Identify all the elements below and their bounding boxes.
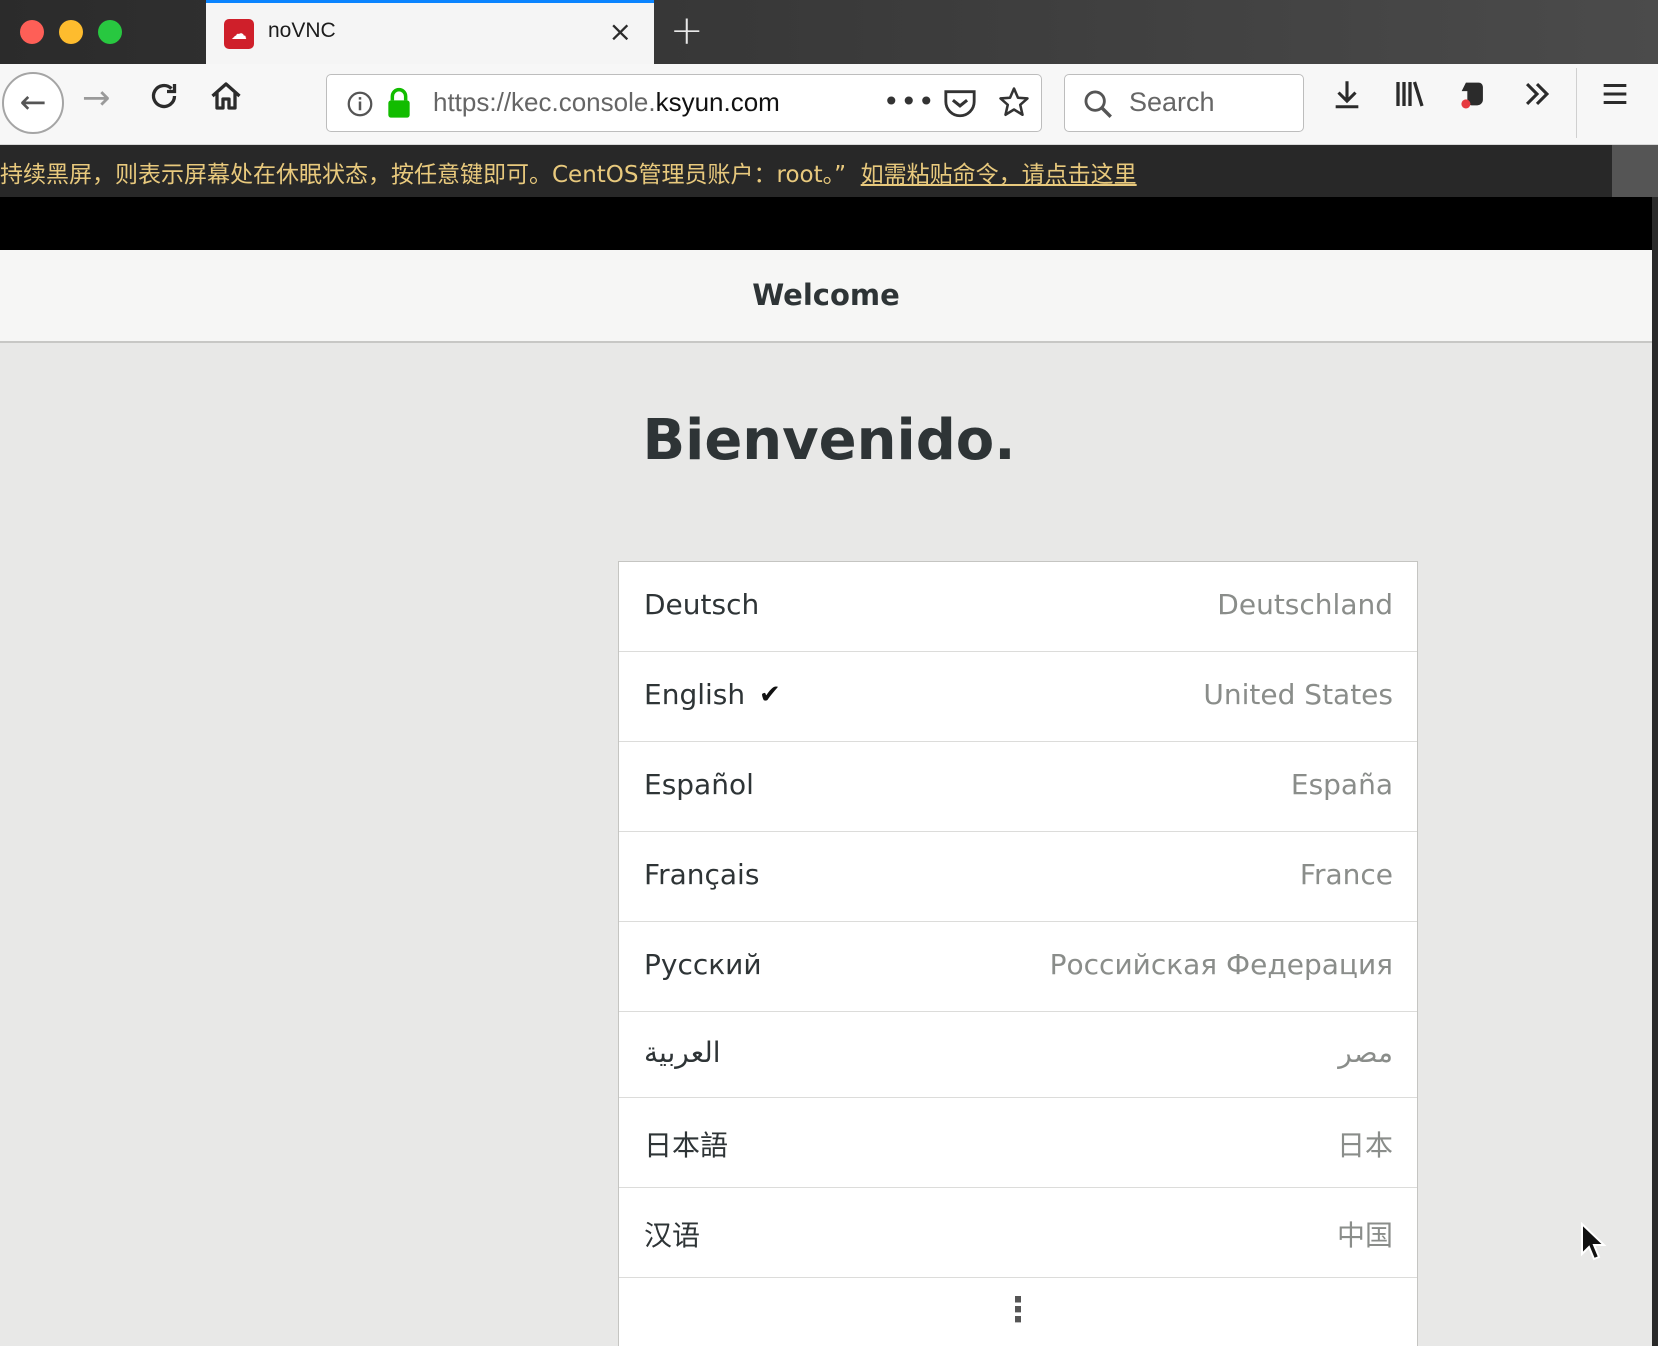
overflow-chevron-icon[interactable] [1520, 76, 1554, 121]
language-name: Русский [644, 948, 762, 981]
browser-tab[interactable]: ☁ noVNC × [206, 0, 654, 64]
tab-close-icon[interactable]: × [609, 15, 632, 48]
language-region: Российская Федерация [1049, 948, 1393, 981]
language-name: Español [644, 768, 754, 801]
mouse-pointer-icon [1580, 1221, 1608, 1266]
language-region: 中国 [1336, 1219, 1393, 1252]
language-name: Deutsch [644, 588, 760, 621]
back-button[interactable]: ← [2, 72, 64, 134]
url-bar[interactable]: https://kec.console.ksyun.com ••• [326, 74, 1042, 132]
welcome-headerbar: Welcome [0, 250, 1652, 343]
downloads-icon[interactable] [1330, 76, 1364, 121]
page-actions-menu-icon[interactable]: ••• [883, 85, 936, 118]
toolbar-separator [1576, 68, 1577, 138]
language-region: مصر [1338, 1036, 1393, 1069]
more-languages-button[interactable]: ⋮ [619, 1290, 1417, 1330]
language-row-russian[interactable]: Русский Российская Федерация [619, 922, 1417, 1012]
check-icon: ✔ [759, 680, 781, 710]
language-region: 日本 [1336, 1129, 1393, 1162]
page-heading: Bienvenido. [642, 408, 1016, 473]
language-region: España [1290, 768, 1393, 801]
hamburger-menu-icon[interactable] [1598, 76, 1632, 121]
search-bar[interactable]: Search [1064, 74, 1304, 132]
banner-text: 持续黑屏，则表示屏幕处在休眠状态，按任意键即可。CentOS管理员账户：root… [0, 162, 1137, 188]
language-row-arabic[interactable]: العربية مصر [619, 1012, 1417, 1098]
new-tab-button[interactable]: + [670, 8, 704, 54]
info-icon[interactable] [345, 89, 375, 123]
language-region: France [1299, 858, 1393, 891]
search-icon [1081, 87, 1115, 125]
library-icon[interactable] [1392, 76, 1428, 121]
reload-button[interactable] [146, 78, 182, 123]
pocket-icon[interactable] [943, 87, 977, 123]
vnc-top-bar [0, 197, 1658, 250]
paste-command-link[interactable]: 如需粘贴命令，请点击这里 [861, 162, 1137, 188]
language-row-deutsch[interactable]: Deutsch Deutschland [619, 562, 1417, 652]
language-name: العربية [644, 1036, 721, 1069]
minimize-window-button[interactable] [59, 20, 83, 44]
url-text[interactable]: https://kec.console.ksyun.com [433, 87, 819, 118]
search-input[interactable]: Search [1129, 87, 1215, 118]
vnc-scrollbar[interactable] [1652, 197, 1658, 1346]
language-row-english[interactable]: English ✔ United States [619, 652, 1417, 742]
language-name: 汉语 [644, 1219, 701, 1252]
bookmark-star-icon[interactable] [997, 85, 1031, 123]
tab-title: noVNC [268, 19, 336, 42]
language-region: United States [1203, 678, 1393, 711]
browser-titlebar: ☁ noVNC × + [0, 0, 1658, 64]
home-button[interactable] [208, 78, 244, 123]
maximize-window-button[interactable] [98, 20, 122, 44]
reload-icon [151, 83, 177, 109]
header-title: Welcome [752, 278, 900, 312]
cloud-favicon-icon: ☁ [224, 19, 254, 49]
language-row-espanol[interactable]: Español España [619, 742, 1417, 832]
language-row-japanese[interactable]: 日本語 日本 [619, 1098, 1417, 1188]
banner-scrollbar[interactable] [1612, 145, 1658, 197]
language-row-francais[interactable]: Français France [619, 832, 1417, 922]
close-window-button[interactable] [20, 20, 44, 44]
forward-button[interactable]: → [82, 78, 111, 118]
language-list: Deutsch Deutschland English ✔ United Sta… [618, 561, 1418, 1346]
home-icon [211, 82, 241, 110]
language-region: Deutschland [1217, 588, 1393, 621]
language-row-chinese[interactable]: 汉语 中国 [619, 1188, 1417, 1278]
language-name: English [644, 678, 746, 711]
console-notice-banner: 持续黑屏，则表示屏幕处在休眠状态，按任意键即可。CentOS管理员账户：root… [0, 145, 1612, 197]
lock-icon[interactable] [385, 87, 413, 123]
language-name: Français [644, 858, 760, 891]
language-name: 日本語 [644, 1129, 729, 1162]
evernote-icon[interactable] [1456, 76, 1490, 121]
browser-toolbar: ← → https://kec.console.ksyun.com ••• Se… [0, 64, 1658, 145]
